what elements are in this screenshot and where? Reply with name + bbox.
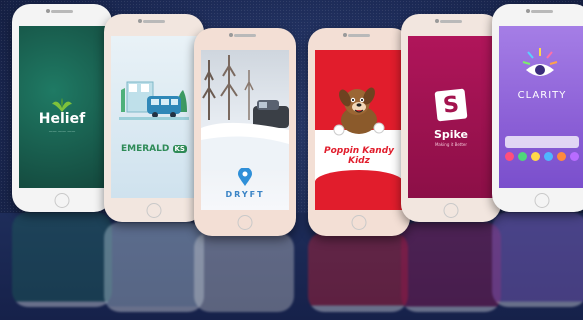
- app-name-clarity: CLARITY: [517, 90, 567, 101]
- screen-dryft: DRYFT: [201, 50, 289, 210]
- color-dot: [557, 152, 566, 161]
- color-dot: [570, 152, 579, 161]
- screen-helief: Helief —— —— ——: [19, 26, 105, 188]
- screen-clarity: CLARITY: [499, 26, 583, 188]
- color-dot: [505, 152, 514, 161]
- screen-emerald: EMERALD KS: [111, 36, 197, 198]
- speaker-slot: [440, 20, 462, 23]
- app-name-dryft: DRYFT: [225, 190, 265, 199]
- screen-poppin: Poppin Kandy Kidz: [315, 50, 403, 210]
- phone-reflection-dryft: [194, 232, 294, 312]
- emerald-badge: KS: [172, 145, 187, 153]
- camera-dot: [46, 9, 50, 13]
- city-bus-illustration-icon: [119, 81, 189, 120]
- phone-reflection-emerald: [104, 222, 204, 312]
- home-button[interactable]: [351, 215, 367, 230]
- speaker-slot: [51, 10, 73, 13]
- speaker-slot: [348, 34, 370, 37]
- speaker-slot: [234, 34, 256, 37]
- app-name-spike: Spike: [433, 128, 469, 141]
- leaf-logo-icon: [52, 98, 72, 112]
- app-name-helief: Helief: [38, 111, 86, 127]
- color-dot: [518, 152, 527, 161]
- app-tagline-spike: Making it Better: [434, 142, 468, 147]
- phone-emerald: EMERALD KS: [104, 14, 204, 222]
- camera-dot: [138, 19, 142, 23]
- phone-reflection-helief: [12, 212, 112, 307]
- color-dot: [544, 152, 553, 161]
- eye-logo-icon: [522, 48, 558, 76]
- emerald-text: EMERALD: [121, 144, 170, 154]
- home-button[interactable]: [237, 215, 253, 230]
- camera-dot: [435, 19, 439, 23]
- location-pin-icon: [238, 168, 252, 186]
- app-name-emerald: EMERALD KS: [121, 144, 187, 154]
- home-button[interactable]: [534, 193, 550, 208]
- snow-scene-illustration-icon: [201, 55, 289, 170]
- phone-reflection-clarity: [492, 212, 583, 307]
- dots-row: [505, 152, 579, 161]
- home-button[interactable]: [54, 193, 70, 208]
- phone-reflection-poppin: [308, 232, 408, 312]
- screen-spike: S Spike Making it Better: [408, 36, 494, 198]
- phone-dryft: DRYFT: [194, 28, 296, 236]
- phone-poppin: Poppin Kandy Kidz: [308, 28, 410, 236]
- panel-card: [505, 136, 579, 148]
- color-dot: [531, 152, 540, 161]
- phone-spike: S Spike Making it Better: [401, 14, 501, 222]
- phone-reflection-spike: [401, 222, 501, 312]
- camera-dot: [343, 33, 347, 37]
- spike-logo-icon: S: [434, 88, 468, 122]
- speaker-slot: [143, 20, 165, 23]
- phone-clarity: CLARITY: [492, 4, 583, 212]
- red-footer-band: [315, 170, 403, 210]
- dog-mascot-icon: [333, 87, 385, 136]
- camera-dot: [229, 33, 233, 37]
- phone-helief: Helief —— —— ——: [12, 4, 112, 212]
- app-name-poppin: Poppin Kandy Kidz: [323, 146, 395, 166]
- speaker-slot: [531, 10, 553, 13]
- app-tagline-helief: —— —— ——: [48, 129, 76, 134]
- home-button[interactable]: [443, 203, 459, 218]
- home-button[interactable]: [146, 203, 162, 218]
- camera-dot: [526, 9, 530, 13]
